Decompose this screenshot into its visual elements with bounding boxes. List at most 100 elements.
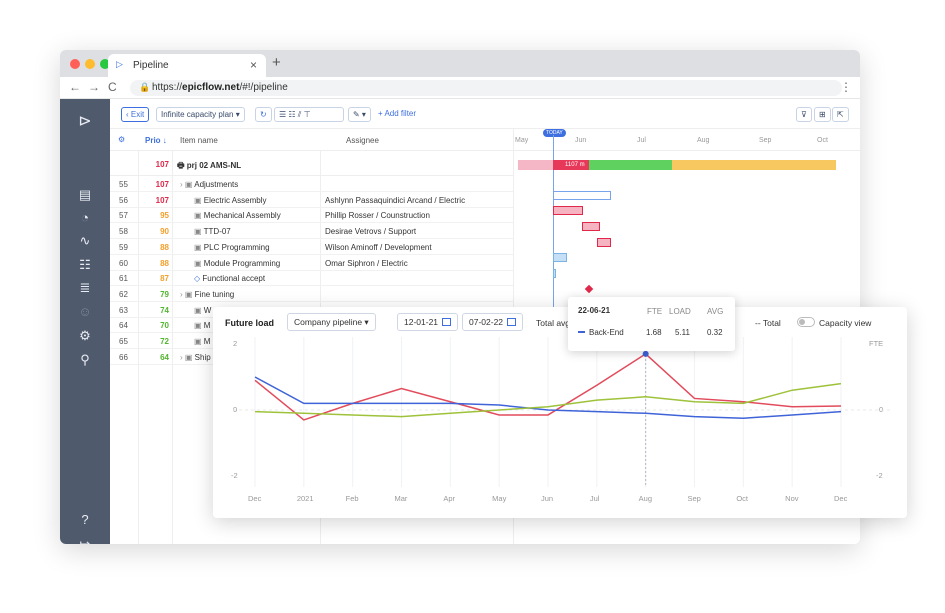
browser-menu-icon[interactable]: ⋮ <box>840 80 852 94</box>
row-item-name: › ▣ Fine tuning <box>180 289 235 299</box>
gantt-month-label: Jul <box>637 137 646 144</box>
project-bar-critical[interactable]: 1107 m <box>553 160 589 170</box>
row-prio: 107 <box>155 180 169 189</box>
list-view-icon[interactable]: ▤ <box>60 187 110 203</box>
reload-icon[interactable]: C <box>108 80 117 94</box>
capacity-view-toggle[interactable] <box>797 317 815 327</box>
tooltip-col-load: LOAD <box>669 307 691 316</box>
task-icon: ▣ <box>184 180 195 189</box>
tooltip-series-name: Back-End <box>589 328 624 337</box>
search-people-icon[interactable]: ⚲ <box>60 352 110 368</box>
series-line-1[interactable] <box>254 376 842 420</box>
row-item-name: ◇ Functional accept <box>194 274 266 284</box>
row-item-name: ▣ Electric Assembly <box>194 195 267 205</box>
item-name-column-header[interactable]: Item name <box>180 136 218 145</box>
table-row[interactable]: 62 79 › ▣ Fine tuning <box>110 286 513 302</box>
view-mode-buttons[interactable]: ☰ ☷ ⫽ ⊤ <box>274 107 344 122</box>
table-row[interactable]: 55 107 › ▣ Adjustments <box>110 176 513 192</box>
help-icon[interactable]: ? <box>60 512 110 527</box>
table-row[interactable]: 57 95 ▣ Mechanical Assembly Phillip Rosser … <box>110 207 513 224</box>
logout-icon[interactable]: ↦ <box>60 536 110 544</box>
url-field[interactable]: 🔒 https://epicflow.net/#!/pipeline <box>130 80 842 96</box>
data-point[interactable] <box>642 350 649 357</box>
exit-button[interactable]: ‹ Exit <box>121 107 150 122</box>
row-number: 55 <box>119 180 128 189</box>
users-icon[interactable]: ☺ <box>60 304 110 319</box>
project-prio: 107 <box>155 160 169 169</box>
date-to-field[interactable]: 07-02-22 <box>462 313 524 331</box>
task-icon: ▣ <box>194 227 204 237</box>
capacity-view-label: Capacity view <box>819 318 872 328</box>
row-item-name: ▣ W <box>194 305 212 315</box>
row-number: 59 <box>119 242 128 252</box>
tab-strip: ▷ Pipeline × + <box>60 50 860 77</box>
y-tick-label: -2 <box>231 471 238 480</box>
project-bar-yellow[interactable] <box>672 160 836 170</box>
add-filter-link[interactable]: + Add filter <box>378 109 416 118</box>
table-row[interactable]: 60 88 ▣ Module Programming Omar Siphron / E… <box>110 255 513 271</box>
task-bar-mechanical[interactable] <box>582 222 600 231</box>
browser-tab[interactable]: ▷ Pipeline × <box>108 54 266 77</box>
row-number: 61 <box>119 274 128 284</box>
gantt-month-label: Oct <box>817 137 828 144</box>
table-row[interactable]: 61 87 ◇ Functional accept <box>110 270 513 287</box>
epicflow-logo-icon[interactable]: ⊳ <box>60 111 110 131</box>
tab-close-icon[interactable]: × <box>250 58 257 72</box>
table-row[interactable]: 58 90 ▣ TTD-07 Desirae Vetrovs / Support <box>110 223 513 240</box>
table-row[interactable]: 56 107 ▣ Electric Assembly Ashlynn Passaqui… <box>110 192 513 208</box>
pulse-icon[interactable]: ∿ <box>60 233 110 249</box>
plan-select[interactable]: Infinite capacity plan ▾ <box>156 107 245 122</box>
row-prio: 88 <box>160 258 169 268</box>
x-tick-label: Jul <box>589 494 600 503</box>
layout-icon[interactable]: ⊞ <box>814 107 831 122</box>
back-icon[interactable]: ← <box>69 80 81 94</box>
y-tick-label: 0 <box>233 405 238 414</box>
x-tick-label: Apr <box>443 494 455 503</box>
forward-icon[interactable]: → <box>88 80 100 94</box>
total-toggle[interactable]: -- Total <box>755 318 781 328</box>
highlight-button[interactable]: ✎ ▾ <box>348 107 371 122</box>
task-bar-electric[interactable] <box>553 206 583 215</box>
task-icon: ▣ <box>184 289 195 299</box>
assignee-column-header[interactable]: Assignee <box>346 136 379 145</box>
tooltip-col-avg: AVG <box>707 307 724 316</box>
settings-gear-icon[interactable]: ⚙ <box>60 328 110 344</box>
table-settings-icon[interactable]: ⚙ <box>118 135 125 144</box>
row-prio: 79 <box>160 289 169 299</box>
tasks-list-icon[interactable]: ☷ <box>60 257 110 273</box>
tooltip-avg: 0.32 <box>707 328 723 337</box>
pipeline-icon[interactable]: ≣ <box>60 280 110 296</box>
refresh-button[interactable]: ↻ <box>255 107 272 122</box>
export-icon[interactable]: ⇱ <box>832 107 849 122</box>
table-row[interactable]: 59 88 ▣ PLC Programming Wilson Aminoff / De… <box>110 239 513 255</box>
row-prio: 90 <box>160 227 169 237</box>
series-line-2[interactable] <box>254 382 842 418</box>
project-row[interactable]: 107 🖶 prj 02 AMS-NL <box>110 152 513 176</box>
row-number: 64 <box>119 321 128 331</box>
new-tab-icon[interactable]: + <box>272 54 281 71</box>
task-bar-adjustments[interactable] <box>553 191 611 200</box>
minimize-window-button[interactable] <box>85 59 95 69</box>
task-bar-plc[interactable] <box>553 253 567 262</box>
task-icon: ▣ <box>184 352 195 362</box>
task-bar-ttd[interactable] <box>597 238 611 247</box>
row-prio: 95 <box>160 211 169 221</box>
row-item-name: ▣ TTD-07 <box>194 227 231 237</box>
project-bar-green[interactable] <box>589 160 672 170</box>
milestone-diamond[interactable] <box>584 284 594 294</box>
y-tick-label-right: 0 <box>879 405 884 414</box>
task-bar-module[interactable] <box>553 269 556 278</box>
close-window-button[interactable] <box>70 59 80 69</box>
row-number: 62 <box>119 289 128 299</box>
pipeline-select[interactable]: Company pipeline ▾ <box>287 313 376 331</box>
prio-column-header[interactable]: Prio ↓ <box>145 136 167 145</box>
project-name: 🖶 prj 02 AMS-NL <box>177 161 242 170</box>
dashboard-gauge-icon[interactable]: ◔ <box>60 210 110 225</box>
tooltip-col-fte: FTE <box>647 307 663 316</box>
x-tick-label: 2021 <box>296 494 314 503</box>
y-tick-label-right: -2 <box>876 471 883 480</box>
date-from-field[interactable]: 12-01-21 <box>397 313 459 331</box>
x-tick-label: Dec <box>834 494 848 503</box>
series-line-0[interactable] <box>254 352 842 421</box>
filter-icon[interactable]: ⊽ <box>796 107 812 122</box>
